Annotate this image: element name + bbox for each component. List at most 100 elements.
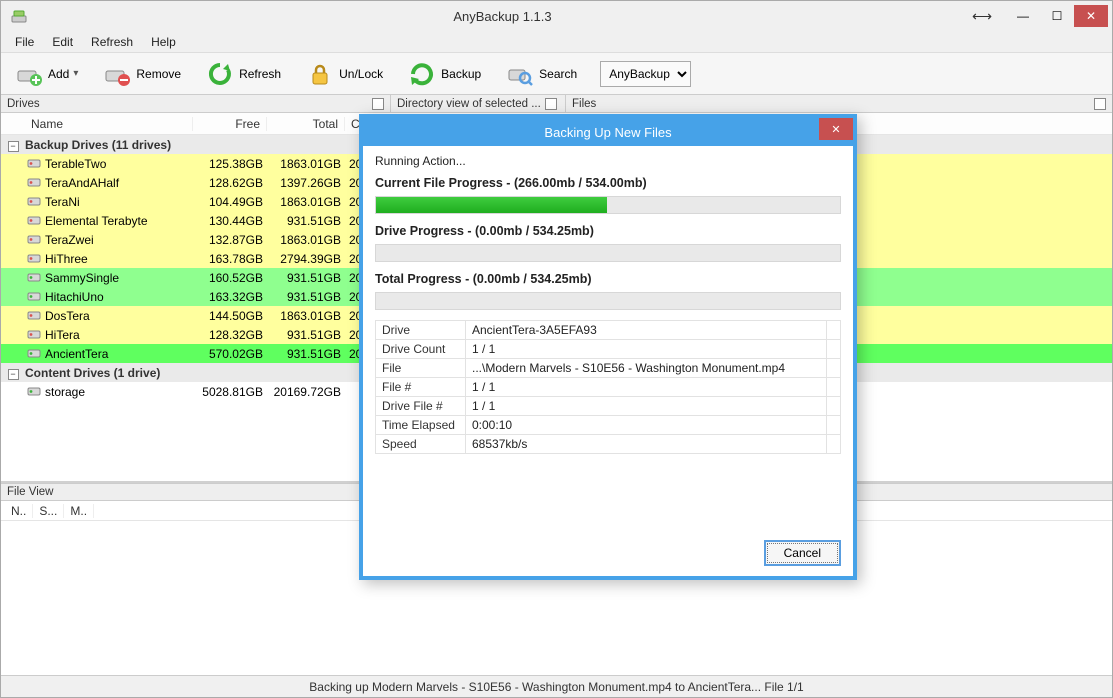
drive-free: 160.52GB (193, 271, 267, 285)
panel-toggle-icon[interactable] (1094, 98, 1106, 110)
backup-label: Backup (441, 67, 481, 81)
app-window: AnyBackup 1.1.3 ⟷ — ☐ ✕ File Edit Refres… (0, 0, 1113, 698)
drive-free: 144.50GB (193, 309, 267, 323)
toolbar: Add ▾ Remove Refresh Un/Lock Backup Sear… (1, 53, 1112, 95)
panel-header-bar: Drives Directory view of selected ... Fi… (1, 95, 1112, 113)
table-row: File...\Modern Marvels - S10E56 - Washin… (376, 359, 841, 378)
cancel-button[interactable]: Cancel (764, 540, 841, 566)
table-row: Speed68537kb/s (376, 435, 841, 454)
table-row: Drive Count1 / 1 (376, 340, 841, 359)
refresh-button[interactable]: Refresh (196, 56, 292, 92)
drive-red-icon (27, 212, 41, 229)
drive-name: TeraAndAHalf (43, 176, 193, 190)
drive-name: TerableTwo (43, 157, 193, 171)
fv-col-0[interactable]: N.. (5, 504, 33, 518)
drive-free: 125.38GB (193, 157, 267, 171)
search-button[interactable]: Search (496, 56, 588, 92)
panel-toggle-icon[interactable] (545, 98, 557, 110)
remove-button[interactable]: Remove (93, 56, 192, 92)
menu-help[interactable]: Help (143, 33, 184, 51)
drive-total: 1397.26GB (267, 176, 345, 190)
minimize-button[interactable]: — (1006, 5, 1040, 27)
table-row: Time Elapsed0:00:10 (376, 416, 841, 435)
search-label: Search (539, 67, 577, 81)
status-text: Backing up Modern Marvels - S10E56 - Was… (309, 680, 803, 694)
drive-red-icon (27, 174, 41, 191)
drive-red-icon (27, 231, 41, 248)
col-total[interactable]: Total (267, 117, 345, 131)
drive-name: Elemental Terabyte (43, 214, 193, 228)
fv-col-2[interactable]: M.. (64, 504, 94, 518)
files-panel-label: Files (572, 98, 596, 110)
menu-edit[interactable]: Edit (44, 33, 81, 51)
drive-total: 931.51GB (267, 214, 345, 228)
drive-free: 104.49GB (193, 195, 267, 209)
maximize-button[interactable]: ☐ (1040, 5, 1074, 27)
current-progress-label: Current File Progress - (266.00mb / 534.… (375, 176, 841, 190)
collapse-icon[interactable]: − (8, 369, 19, 380)
unlock-button[interactable]: Un/Lock (296, 56, 394, 92)
drive-total: 20169.72GB (267, 385, 345, 399)
drives-panel-label: Drives (7, 98, 40, 110)
move-window-icon[interactable]: ⟷ (972, 8, 988, 25)
drive-total: 931.51GB (267, 347, 345, 361)
add-label: Add (48, 67, 69, 81)
group-label: Backup Drives (11 drives) (25, 138, 171, 152)
drive-free: 132.87GB (193, 233, 267, 247)
drive-total: 2794.39GB (267, 252, 345, 266)
drive-red-icon (27, 326, 41, 343)
panel-toggle-icon[interactable] (372, 98, 384, 110)
backup-icon (409, 61, 435, 87)
drive-name: DosTera (43, 309, 193, 323)
drive-red-icon (27, 193, 41, 210)
file-view-label: File View (7, 486, 53, 498)
add-button[interactable]: Add ▾ (5, 56, 89, 92)
collapse-icon[interactable]: − (8, 141, 19, 152)
fv-col-1[interactable]: S... (33, 504, 64, 518)
drive-progress-bar (375, 244, 841, 262)
titlebar: AnyBackup 1.1.3 ⟷ — ☐ ✕ (1, 1, 1112, 31)
drive-name: HiTera (43, 328, 193, 342)
table-row: DriveAncientTera-3A5EFA93 (376, 321, 841, 340)
search-icon (507, 61, 533, 87)
statusbar: Backing up Modern Marvels - S10E56 - Was… (1, 675, 1112, 697)
app-icon (11, 8, 27, 24)
menu-refresh[interactable]: Refresh (83, 33, 141, 51)
add-drive-icon (16, 61, 42, 87)
drive-name: TeraZwei (43, 233, 193, 247)
remove-label: Remove (136, 67, 181, 81)
drive-total: 1863.01GB (267, 233, 345, 247)
dialog-running: Running Action... (375, 154, 841, 168)
col-free[interactable]: Free (193, 117, 267, 131)
drive-total: 1863.01GB (267, 195, 345, 209)
table-row: Drive File #1 / 1 (376, 397, 841, 416)
drive-progress-label: Drive Progress - (0.00mb / 534.25mb) (375, 224, 841, 238)
menu-file[interactable]: File (7, 33, 42, 51)
menubar: File Edit Refresh Help (1, 31, 1112, 53)
unlock-label: Un/Lock (339, 67, 383, 81)
drive-total: 931.51GB (267, 328, 345, 342)
dialog-info-table: DriveAncientTera-3A5EFA93 Drive Count1 /… (375, 320, 841, 454)
drive-red-icon (27, 155, 41, 172)
drive-green-icon (27, 288, 41, 305)
backup-button[interactable]: Backup (398, 56, 492, 92)
drive-name: HitachiUno (43, 290, 193, 304)
refresh-icon (207, 61, 233, 87)
drive-total: 1863.01GB (267, 309, 345, 323)
current-progress-bar (375, 196, 841, 214)
drive-total: 931.51GB (267, 271, 345, 285)
dialog-close-button[interactable]: ✕ (819, 118, 853, 140)
drive-free: 5028.81GB (193, 385, 267, 399)
drive-free: 163.32GB (193, 290, 267, 304)
remove-drive-icon (104, 61, 130, 87)
window-title: AnyBackup 1.1.3 (33, 9, 972, 24)
backup-dialog: Backing Up New Files ✕ Running Action...… (359, 114, 857, 580)
mode-select[interactable]: AnyBackup (600, 61, 691, 87)
drive-name: TeraNi (43, 195, 193, 209)
table-row: File #1 / 1 (376, 378, 841, 397)
drive-free: 128.32GB (193, 328, 267, 342)
drive-name: AncientTera (43, 347, 193, 361)
close-button[interactable]: ✕ (1074, 5, 1108, 27)
col-name[interactable]: Name (25, 117, 193, 131)
dialog-titlebar[interactable]: Backing Up New Files ✕ (363, 118, 853, 146)
